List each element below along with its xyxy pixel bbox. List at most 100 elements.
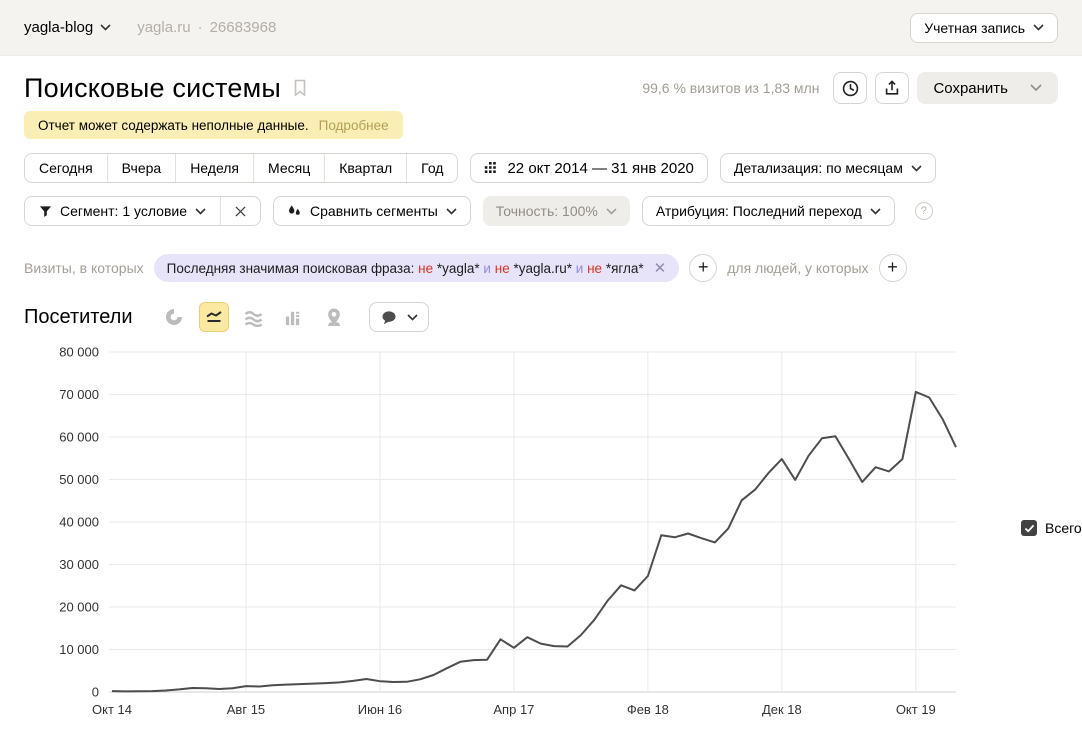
x-tick-label: Фев 18 xyxy=(627,702,669,717)
filter-pill-part: не xyxy=(418,261,433,276)
add-people-condition-button[interactable]: + xyxy=(879,254,907,282)
pie-chart-icon xyxy=(164,307,184,327)
period-preset-button[interactable]: Сегодня xyxy=(25,154,107,182)
funnel-icon xyxy=(39,205,52,218)
chart-legend: Всего xyxy=(1021,520,1082,536)
y-tick-label: 50 000 xyxy=(59,472,99,487)
detalization-label: Детализация: по месяцам xyxy=(734,160,903,176)
segment-clear-button[interactable] xyxy=(220,197,260,225)
banner-text: Отчет может содержать неполные данные. xyxy=(38,118,309,133)
compare-segments-button[interactable]: Сравнить сегменты xyxy=(273,196,471,226)
segment-button-label: Сегмент: 1 условие xyxy=(60,203,187,219)
filter-pill-part: не xyxy=(587,261,602,276)
search-phrase-filter-pill[interactable]: Последняя значимая поисковая фраза: не *… xyxy=(154,254,680,282)
bookmark-icon[interactable] xyxy=(293,79,307,97)
accuracy-label: Точность: 100% xyxy=(496,203,598,219)
visits-filter-label: Визиты, в которых xyxy=(24,260,144,276)
filter-pill-part: не xyxy=(495,261,510,276)
period-preset-button[interactable]: Вчера xyxy=(107,154,176,182)
line-chart-icon xyxy=(204,307,224,327)
chevron-down-icon xyxy=(1033,24,1044,31)
history-button[interactable] xyxy=(833,72,867,104)
x-tick-label: Дек 18 xyxy=(762,702,802,717)
comment-bubble-icon xyxy=(380,309,398,326)
stacked-area-icon xyxy=(243,307,264,327)
visitors-line-chart[interactable]: 010 00020 00030 00040 00050 00060 00070 … xyxy=(39,342,989,732)
title-row: Поисковые системы 99,6 % визитов из 1,83… xyxy=(24,70,1058,106)
close-icon xyxy=(235,206,246,217)
save-button-label: Сохранить xyxy=(933,80,1008,97)
map-chart-type-button[interactable] xyxy=(319,302,349,332)
y-tick-label: 20 000 xyxy=(59,600,99,615)
filter-row: Визиты, в которых Последняя значимая пои… xyxy=(24,254,1058,282)
column-chart-type-button[interactable] xyxy=(279,302,309,332)
filter-pill-part: *yagla* xyxy=(437,261,480,276)
people-filter-label: для людей, у которых xyxy=(727,260,868,276)
y-tick-label: 40 000 xyxy=(59,515,99,530)
chevron-down-icon xyxy=(870,208,881,215)
attribution-label: Атрибуция: Последний переход xyxy=(656,203,862,219)
help-icon[interactable]: ? xyxy=(915,202,933,220)
chevron-down-icon xyxy=(100,24,111,31)
metric-title: Посетители xyxy=(24,306,133,329)
filter-pill-part: и xyxy=(483,261,491,276)
droplets-icon xyxy=(287,204,302,219)
export-icon xyxy=(883,79,901,97)
calendar-grid-icon xyxy=(484,161,499,176)
period-row: СегодняВчераНеделяМесяцКварталГод 22 окт… xyxy=(24,153,1058,183)
filter-pill-text: Последняя значимая поисковая фраза: не *… xyxy=(167,261,644,276)
x-tick-label: Апр 17 xyxy=(493,702,534,717)
banner-more-link[interactable]: Подробнее xyxy=(319,118,389,133)
detalization-button[interactable]: Детализация: по месяцам xyxy=(720,153,936,183)
map-pin-icon xyxy=(325,307,343,327)
pie-chart-type-button[interactable] xyxy=(159,302,189,332)
x-tick-label: Окт 14 xyxy=(92,702,132,717)
segment-group: Сегмент: 1 условие xyxy=(24,196,261,226)
date-range-label: 22 окт 2014 — 31 янв 2020 xyxy=(507,160,693,177)
filter-pill-part: *ягла* xyxy=(606,261,644,276)
period-preset-button[interactable]: Год xyxy=(406,154,457,182)
site-info: yagla.ru · 26683968 xyxy=(137,19,276,36)
y-tick-label: 10 000 xyxy=(59,642,99,657)
x-tick-label: Июн 16 xyxy=(358,702,402,717)
incomplete-data-banner: Отчет может содержать неполные данные. П… xyxy=(24,111,403,139)
account-button[interactable]: Учетная запись xyxy=(910,13,1058,43)
check-icon xyxy=(1024,524,1035,533)
y-tick-label: 30 000 xyxy=(59,557,99,572)
counter-id: 26683968 xyxy=(210,19,277,36)
chevron-down-icon xyxy=(1030,84,1042,92)
period-preset-button[interactable]: Квартал xyxy=(324,154,406,182)
account-button-label: Учетная запись xyxy=(924,20,1025,36)
chevron-down-icon xyxy=(195,208,206,215)
attribution-button[interactable]: Атрибуция: Последний переход xyxy=(642,196,895,226)
area-chart-type-button[interactable] xyxy=(239,302,269,332)
date-range-button[interactable]: 22 окт 2014 — 31 янв 2020 xyxy=(470,153,707,183)
separator-dot: · xyxy=(198,19,203,36)
accuracy-button[interactable]: Точность: 100% xyxy=(483,196,630,226)
add-visit-condition-button[interactable]: + xyxy=(689,254,717,282)
line-chart-type-button[interactable] xyxy=(199,302,229,332)
site-domain: yagla.ru xyxy=(137,19,190,36)
comments-button[interactable] xyxy=(369,302,429,332)
compare-segments-label: Сравнить сегменты xyxy=(310,203,438,219)
counter-switcher[interactable]: yagla-blog xyxy=(24,19,111,36)
x-tick-label: Авг 15 xyxy=(227,702,265,717)
metric-row: Посетители xyxy=(24,301,1058,333)
period-preset-button[interactable]: Месяц xyxy=(253,154,324,182)
remove-filter-icon[interactable]: ✕ xyxy=(654,259,667,277)
visitors-chart-area: 010 00020 00030 00040 00050 00060 00070 … xyxy=(24,342,1058,732)
y-tick-label: 80 000 xyxy=(59,345,99,360)
legend-total-label: Всего xyxy=(1045,520,1082,536)
chevron-down-icon xyxy=(446,208,457,215)
export-button[interactable] xyxy=(875,72,909,104)
page-title: Поисковые системы xyxy=(24,73,281,104)
filter-pill-part: Последняя значимая поисковая фраза: xyxy=(167,261,415,276)
y-tick-label: 0 xyxy=(92,685,99,700)
period-preset-button[interactable]: Неделя xyxy=(175,154,253,182)
save-button[interactable]: Сохранить xyxy=(917,72,1058,104)
topbar: yagla-blog yagla.ru · 26683968 Учетная з… xyxy=(0,0,1082,56)
segment-button[interactable]: Сегмент: 1 условие xyxy=(25,197,220,225)
clock-icon xyxy=(841,79,860,98)
legend-total-checkbox[interactable] xyxy=(1021,520,1037,536)
chevron-down-icon xyxy=(407,314,418,321)
